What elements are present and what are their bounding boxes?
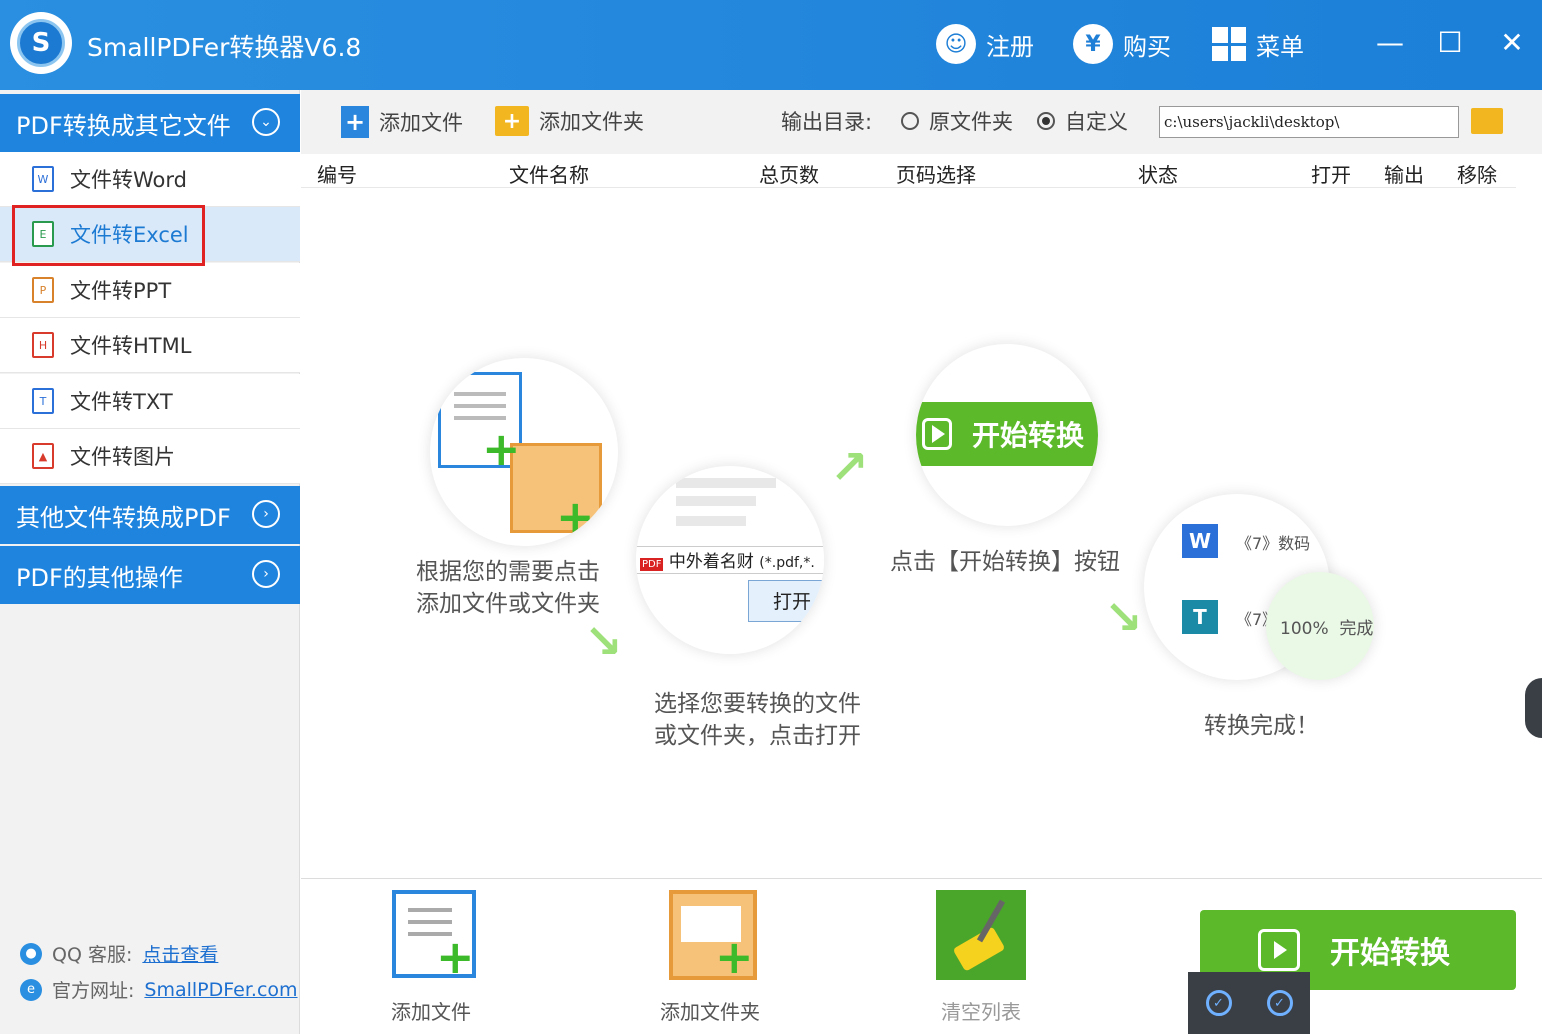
step2-illustration: PDF 中外着名财 (*.pdf,*. 打开 (636, 466, 824, 654)
menu-button[interactable]: 菜单 (1212, 22, 1304, 66)
browse-folder-icon[interactable] (1471, 108, 1503, 134)
add-file-icon: + (386, 890, 476, 984)
open-dialog-button: 打开 (748, 580, 824, 622)
add-folder-icon: + (495, 106, 529, 136)
plus-icon: + (482, 422, 521, 476)
bottom-clear-list-button[interactable]: 清空列表 (936, 890, 1026, 1025)
floating-side-tab[interactable] (1525, 678, 1542, 738)
arrow-icon: ↗ (830, 440, 869, 494)
step3-illustration: 开始转换 (916, 344, 1098, 526)
section-other-to-pdf[interactable]: 其他文件转换成PDF › (0, 486, 300, 544)
step4-text: 转换完成！ (1204, 713, 1319, 739)
sidebar-item-excel[interactable]: E 文件转Excel (0, 207, 300, 262)
sidebar-item-ppt[interactable]: P 文件转PPT (0, 263, 300, 318)
user-icon: ☺ (936, 24, 976, 64)
minimize-button[interactable]: — (1368, 20, 1412, 64)
start-convert-preview: 开始转换 (916, 402, 1098, 466)
official-site-link[interactable]: SmallPDFer.com (144, 979, 297, 1001)
col-output: 输出 (1384, 163, 1424, 187)
maximize-button[interactable]: ☐ (1428, 20, 1472, 64)
qq-support: ● QQ 客服: 点击查看 (20, 940, 218, 967)
close-button[interactable]: ✕ (1490, 20, 1534, 64)
radio-original-folder[interactable]: 原文件夹 (901, 106, 1013, 136)
qq-support-link[interactable]: 点击查看 (142, 940, 218, 967)
sidebar-item-word[interactable]: W 文件转Word (0, 152, 300, 207)
output-dir-label: 输出目录: (781, 110, 873, 134)
overlay-tray: ✓ ✓ (1188, 972, 1310, 1034)
file-table-header: 编号 文件名称 总页数 页码选择 状态 打开 输出 移除 (301, 154, 1516, 188)
arrow-icon: ↘ (1104, 590, 1143, 644)
official-site: e 官方网址: SmallPDFer.com (20, 976, 298, 1003)
chevron-down-icon: ⌄ (252, 108, 280, 136)
buy-button[interactable]: ¥ 购买 (1073, 22, 1171, 66)
col-page-select: 页码选择 (896, 163, 976, 187)
radio-off-icon (901, 112, 919, 130)
app-logo-icon: S (10, 12, 72, 74)
bottom-add-folder-button[interactable]: + 添加文件夹 (660, 890, 760, 1025)
radio-on-icon (1037, 112, 1055, 130)
add-file-icon: + (341, 106, 369, 138)
toolbar: + 添加文件 + 添加文件夹 输出目录: 原文件夹 自定义 c:\users\j… (301, 90, 1542, 154)
ppt-file-icon: P (32, 277, 54, 303)
col-remove: 移除 (1457, 163, 1497, 187)
word-file-icon: W (32, 166, 54, 192)
col-number: 编号 (317, 163, 357, 187)
step1-illustration: + + (430, 358, 618, 546)
chevron-right-icon: › (252, 500, 280, 528)
shield-icon[interactable]: ✓ (1205, 990, 1232, 1016)
broom-icon (936, 890, 1026, 980)
step2-text: 选择您要转换的文件 或文件夹，点击打开 (654, 691, 861, 749)
pdf-icon: PDF (640, 558, 664, 571)
section-pdf-other-ops[interactable]: PDF的其他操作 › (0, 546, 300, 604)
col-filename: 文件名称 (509, 163, 589, 187)
section-pdf-to-other[interactable]: PDF转换成其它文件 ⌄ (0, 94, 300, 152)
play-icon (1258, 929, 1300, 971)
chevron-right-icon: › (252, 560, 280, 588)
step1-text: 根据您的需要点击 添加文件或文件夹 (416, 559, 600, 617)
browser-icon: e (20, 978, 42, 1001)
col-open: 打开 (1311, 163, 1351, 187)
add-folder-button[interactable]: + 添加文件夹 (495, 106, 644, 136)
progress-bubble: 100% 完成 (1266, 572, 1374, 680)
title-bar: S SmallPDFer转换器V6.8 ☺ 注册 ¥ 购买 菜单 — ☐ ✕ (0, 0, 1542, 90)
shield-icon[interactable]: ✓ (1266, 990, 1293, 1016)
step3-text: 点击【开始转换】按钮 (890, 549, 1120, 575)
arrow-icon: ↘ (584, 614, 623, 668)
image-file-icon: ▲ (32, 443, 54, 469)
qq-icon: ● (20, 942, 42, 965)
radio-custom[interactable]: 自定义 (1037, 106, 1128, 136)
txt-app-icon: T (1182, 600, 1218, 634)
app-title: SmallPDFer转换器V6.8 (87, 33, 362, 62)
word-app-icon: W (1182, 524, 1218, 558)
excel-file-icon: E (32, 221, 54, 247)
txt-file-icon: T (32, 388, 54, 414)
plus-icon: + (556, 490, 595, 544)
play-icon (922, 418, 952, 450)
add-folder-icon: + (665, 890, 757, 984)
sidebar-item-txt[interactable]: T 文件转TXT (0, 374, 300, 429)
col-status: 状态 (1138, 163, 1178, 187)
html-file-icon: H (32, 332, 54, 358)
col-pages: 总页数 (759, 163, 819, 187)
bottom-add-file-button[interactable]: + 添加文件 (386, 890, 476, 1025)
sidebar-item-html[interactable]: H 文件转HTML (0, 318, 300, 373)
grid-menu-icon (1212, 27, 1246, 61)
add-file-button[interactable]: + 添加文件 (341, 106, 463, 138)
register-button[interactable]: ☺ 注册 (936, 22, 1034, 66)
yen-icon: ¥ (1073, 24, 1113, 64)
sidebar-item-image[interactable]: ▲ 文件转图片 (0, 429, 300, 484)
output-path-input[interactable]: c:\users\jackli\desktop\ (1159, 106, 1459, 138)
